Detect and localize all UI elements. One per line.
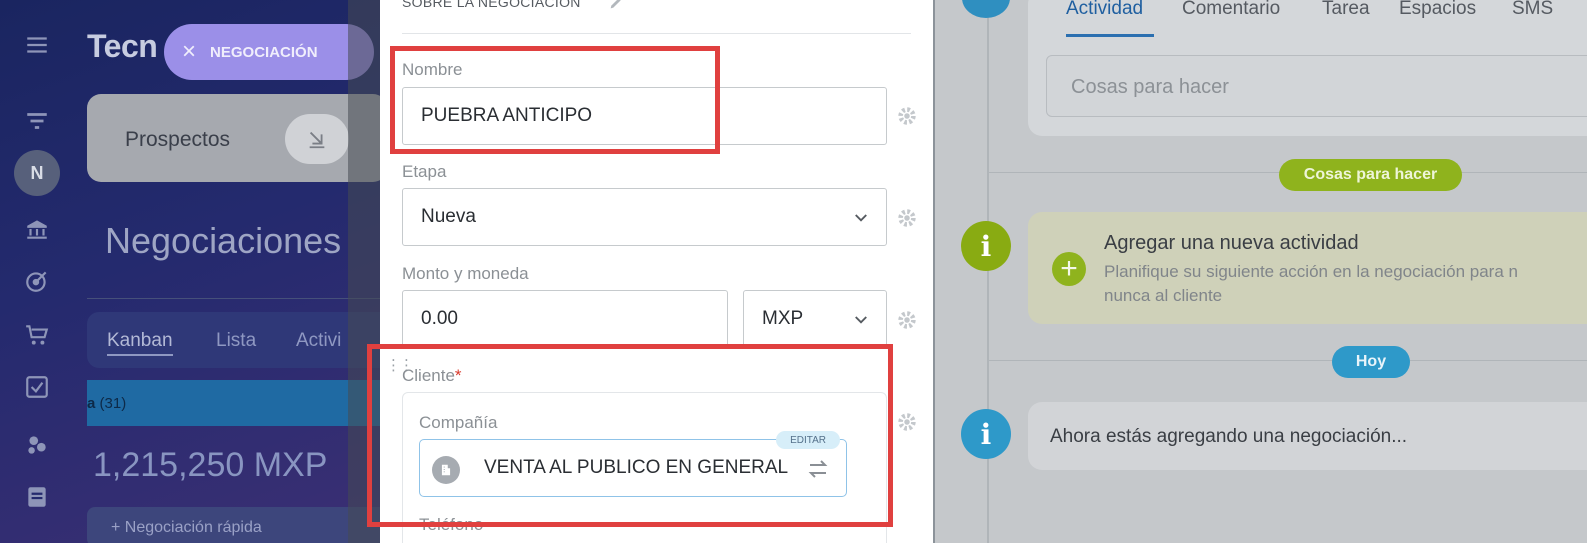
- nombre-label: Nombre: [402, 60, 463, 79]
- chevron-down-icon: [855, 214, 867, 222]
- section-header: SOBRE LA NEGOCIACIÓN: [402, 0, 581, 10]
- status-text: Ahora estás agregando una negociación...: [1050, 426, 1408, 447]
- avatar-letter: N: [30, 162, 44, 183]
- drag-handle-icon[interactable]: ⋮⋮: [386, 358, 414, 373]
- timeline-panel: Actividad Comentario Tarea Espacios SMS …: [935, 0, 1587, 543]
- compania-input[interactable]: VENTA AL PUBLICO EN GENERAL EDITAR: [419, 431, 847, 497]
- etapa-value: Nueva: [421, 206, 476, 227]
- tag-label: NEGOCIACIÓN: [210, 43, 318, 61]
- tab-sms[interactable]: SMS: [1512, 0, 1553, 20]
- telefono-label: Teléfono: [419, 515, 484, 534]
- add-activity-description: Planifique su siguiente acción en la neg…: [1104, 262, 1518, 305]
- page-title: Negociaciones: [105, 220, 342, 261]
- cliente-label: Cliente*: [402, 366, 462, 386]
- activity-editor: Actividad Comentario Tarea Espacios SMS …: [1028, 0, 1587, 136]
- info-icon: i: [961, 221, 1011, 271]
- monto-input[interactable]: 0.00: [402, 290, 728, 348]
- tab-actividades[interactable]: Activi: [296, 330, 341, 352]
- compania-label: Compañía: [419, 413, 498, 432]
- compania-value: VENTA AL PUBLICO EN GENERAL: [484, 457, 789, 478]
- etapa-label: Etapa: [402, 162, 447, 181]
- swap-icon[interactable]: [806, 457, 830, 481]
- app-logo: Tecn: [87, 28, 158, 64]
- quick-deal-button[interactable]: + Negociación rápida: [87, 507, 380, 543]
- required-mark: *: [454, 366, 462, 385]
- section-pill-todo: Cosas para hacer: [1279, 159, 1462, 191]
- nombre-input[interactable]: PUEBRA ANTICIPO: [402, 87, 887, 145]
- modal-overlay: [348, 0, 380, 543]
- client-card: Compañía VENTA AL PUBLICO EN GENERAL EDI…: [402, 392, 887, 543]
- active-tab-underline: [1066, 34, 1154, 37]
- deal-form: SOBRE LA NEGOCIACIÓN Nombre PUEBRA ANTIC…: [380, 0, 933, 543]
- view-tabs: Kanban Lista Activi: [87, 312, 380, 368]
- tab-lista[interactable]: Lista: [216, 330, 256, 352]
- arrow-down-right-icon: [309, 131, 325, 149]
- tab-comentario[interactable]: Comentario: [1182, 0, 1280, 20]
- cliente-label-text: Cliente: [402, 366, 455, 385]
- stage-label: a (31): [87, 395, 126, 412]
- building-icon: [432, 456, 460, 484]
- gear-icon[interactable]: [896, 411, 918, 433]
- left-rail: N: [0, 0, 74, 543]
- pencil-icon[interactable]: [608, 0, 624, 11]
- divider: [402, 33, 911, 34]
- stage-count: (31): [99, 395, 127, 412]
- tab-espacios[interactable]: Espacios: [1399, 0, 1476, 20]
- target-icon[interactable]: [20, 264, 54, 298]
- status-card: Ahora estás agregando una negociación...: [1028, 402, 1587, 470]
- cart-icon[interactable]: [20, 318, 54, 352]
- avatar[interactable]: N: [14, 150, 60, 196]
- gear-icon[interactable]: [896, 105, 918, 127]
- kanban-stage-header[interactable]: a (31): [87, 380, 380, 426]
- chat-icon: [962, 0, 1010, 18]
- tab-tarea[interactable]: Tarea: [1322, 0, 1370, 20]
- background-crm: N Tecn Prospectos Negociaciones Kanban L…: [0, 0, 380, 543]
- filter-icon[interactable]: [20, 104, 54, 138]
- menu-icon[interactable]: [20, 28, 54, 62]
- pipeline-toggle-button[interactable]: [285, 114, 349, 164]
- info-icon: i: [961, 409, 1011, 459]
- plus-icon[interactable]: +: [1052, 252, 1086, 286]
- timeline-line: [987, 0, 989, 543]
- stage-sum: 1,215,250 MXP: [93, 446, 328, 484]
- stage-name: a: [87, 395, 96, 412]
- pipeline-bar: Prospectos: [87, 94, 380, 182]
- moneda-select[interactable]: MXP: [743, 290, 887, 348]
- close-icon[interactable]: ×: [182, 40, 196, 64]
- pipeline-label[interactable]: Prospectos: [125, 128, 230, 152]
- checkbox-icon[interactable]: [20, 370, 54, 404]
- tab-kanban[interactable]: Kanban: [107, 330, 173, 356]
- add-activity-title: Agregar una nueva actividad: [1104, 232, 1359, 254]
- tab-actividad[interactable]: Actividad: [1066, 0, 1143, 20]
- add-activity-card[interactable]: + Agregar una nueva actividad Planifique…: [1028, 212, 1587, 324]
- bank-icon[interactable]: [20, 212, 54, 246]
- section-pill-today: Hoy: [1332, 346, 1410, 378]
- document-icon[interactable]: [20, 480, 54, 514]
- moneda-value: MXP: [762, 308, 804, 329]
- timeline-separator: [987, 360, 1587, 361]
- bubbles-icon[interactable]: [20, 428, 54, 462]
- monto-label: Monto y moneda: [402, 264, 529, 283]
- etapa-select[interactable]: Nueva: [402, 188, 887, 246]
- edit-badge[interactable]: EDITAR: [776, 431, 840, 449]
- gear-icon[interactable]: [896, 309, 918, 331]
- chevron-down-icon: [855, 316, 867, 324]
- gear-icon[interactable]: [896, 207, 918, 229]
- todo-input[interactable]: Cosas para hacer: [1046, 55, 1587, 117]
- close-deal-tag[interactable]: × NEGOCIACIÓN: [164, 24, 374, 80]
- divider: [87, 298, 380, 299]
